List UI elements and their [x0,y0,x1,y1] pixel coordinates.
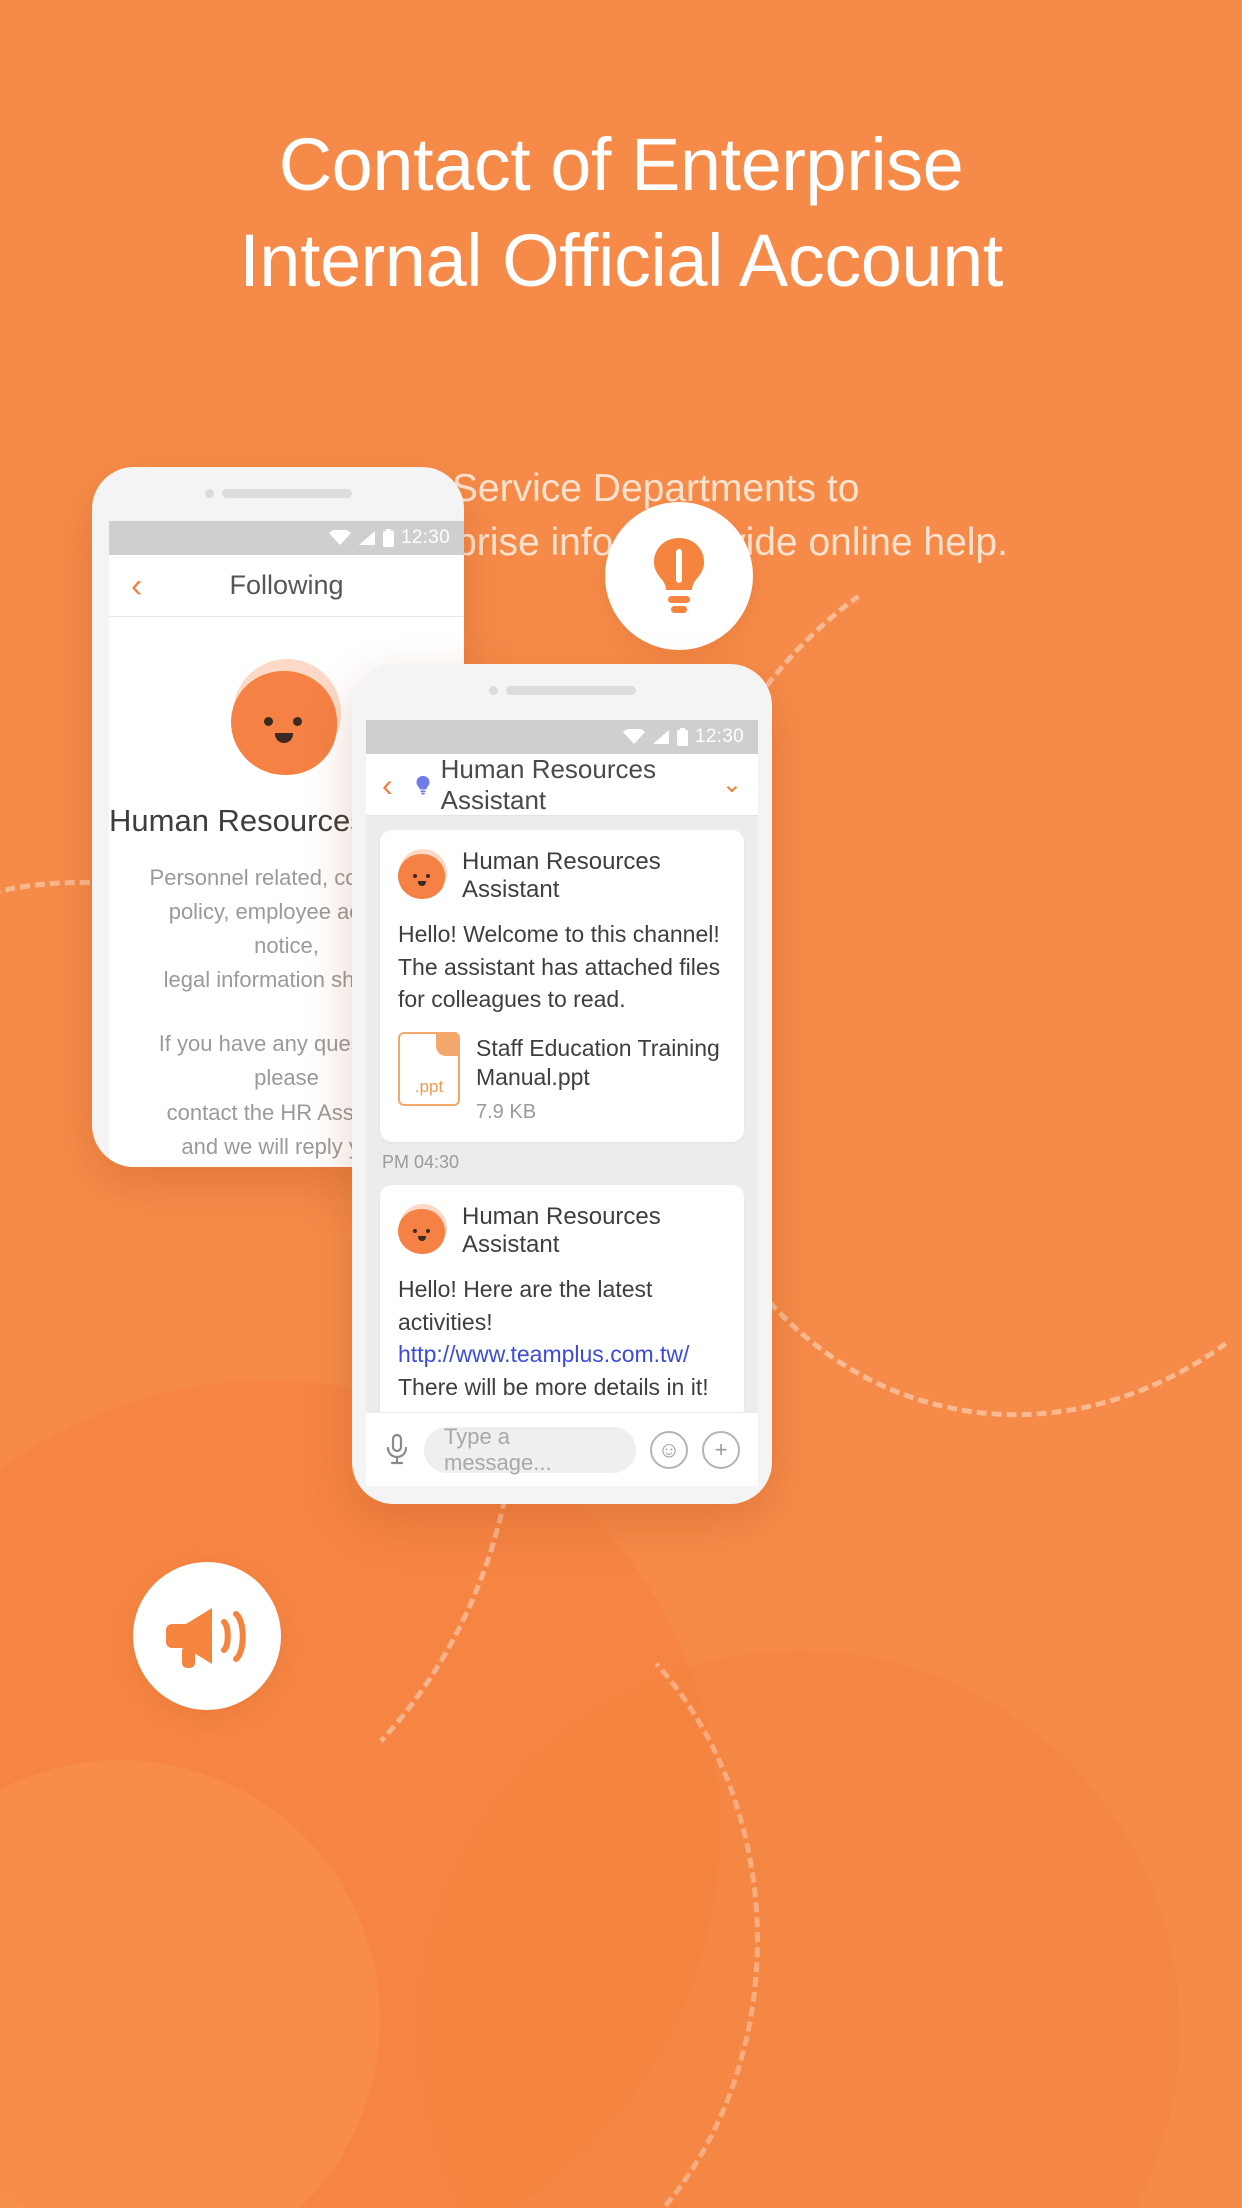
battery-icon [382,529,394,547]
chat-message-link[interactable]: http://www.teamplus.com.tw/ [398,1338,726,1371]
file-attachment[interactable]: .ppt Staff Education Training Manual.ppt… [398,1031,726,1124]
message-input-placeholder[interactable]: Type a message... [424,1424,636,1475]
phone2-nav-title: Human Resources Assistant [440,753,656,815]
phone-speaker [352,686,772,695]
phone-chat-screen: 12:30 ‹ Human Resources Assistant ⌄ Huma… [352,664,772,1504]
wifi-icon [622,729,645,744]
sender-avatar-icon [398,849,448,901]
microphone-icon[interactable] [384,1433,410,1467]
message-timestamp: PM 04:30 [382,1151,460,1172]
chat-card-header: Human Resources Assistant [398,1203,726,1259]
phone-speaker [92,489,464,498]
sender-avatar-icon [398,1203,448,1256]
file-meta: Staff Education Training Manual.ppt 7.9 … [476,1032,726,1124]
phone2-screen: 12:30 ‹ Human Resources Assistant ⌄ Huma… [366,720,758,1486]
plus-icon[interactable]: + [702,1430,740,1469]
ppt-file-icon: .ppt [398,1031,460,1106]
page-title-line1: Contact of Enterprise [278,123,964,206]
lightbulb-icon [654,538,704,613]
phone1-clock: 12:30 [400,527,450,548]
chat-card-header: Human Resources Assistant [398,848,726,904]
battery-icon [676,728,688,746]
phone2-navbar: ‹ Human Resources Assistant ⌄ [366,754,758,816]
lightbulb-icon [416,775,430,794]
speaker-grille [505,686,636,695]
phone2-statusbar: 12:30 [366,720,758,754]
speaker-grille [221,489,352,498]
chat-message-text-after: There will be more details in it! [398,1373,709,1400]
file-name: Staff Education Training Manual.ppt [476,1034,720,1091]
wifi-icon [328,530,351,545]
camera-dot [488,686,498,695]
chat-message-text: Hello! Welcome to this channel! The assi… [398,921,721,1013]
signal-icon [358,531,375,545]
megaphone-badge [133,1562,281,1710]
chat-message-list[interactable]: Human Resources Assistant Hello! Welcome… [366,816,758,1412]
phone1-nav-title: Following [229,570,344,600]
phone2-clock: 12:30 [694,726,744,747]
phone1-statusbar: 12:30 [109,521,464,555]
file-size: 7.9 KB [476,1100,537,1123]
phone1-navbar: ‹ Following [109,555,464,617]
chat-card-message[interactable]: Human Resources Assistant Hello! Here ar… [380,1184,744,1412]
smiley-icon[interactable]: ☺ [650,1430,688,1469]
chat-input-bar: Type a message... ☺ + [366,1412,758,1486]
page-title-line2: Internal Official Account [239,219,1003,302]
chat-card-message[interactable]: Human Resources Assistant Hello! Welcome… [380,830,744,1142]
page-title: Contact of Enterprise Internal Official … [0,128,1242,298]
account-avatar-icon [230,659,343,777]
chevron-left-icon[interactable]: ‹ [382,769,393,801]
chat-sender-name: Human Resources Assistant [462,1202,661,1258]
chat-message-text: Hello! Here are the latest activities! [398,1275,653,1335]
chat-message-body: Hello! Here are the latest activities! h… [398,1273,726,1404]
file-extension-label: .ppt [414,1076,444,1096]
lightbulb-badge [605,502,753,650]
chevron-down-icon[interactable]: ⌄ [722,770,742,799]
megaphone-icon [166,1608,246,1668]
chat-sender-name: Human Resources Assistant [462,848,661,903]
signal-icon [652,730,669,744]
camera-dot [204,489,214,498]
